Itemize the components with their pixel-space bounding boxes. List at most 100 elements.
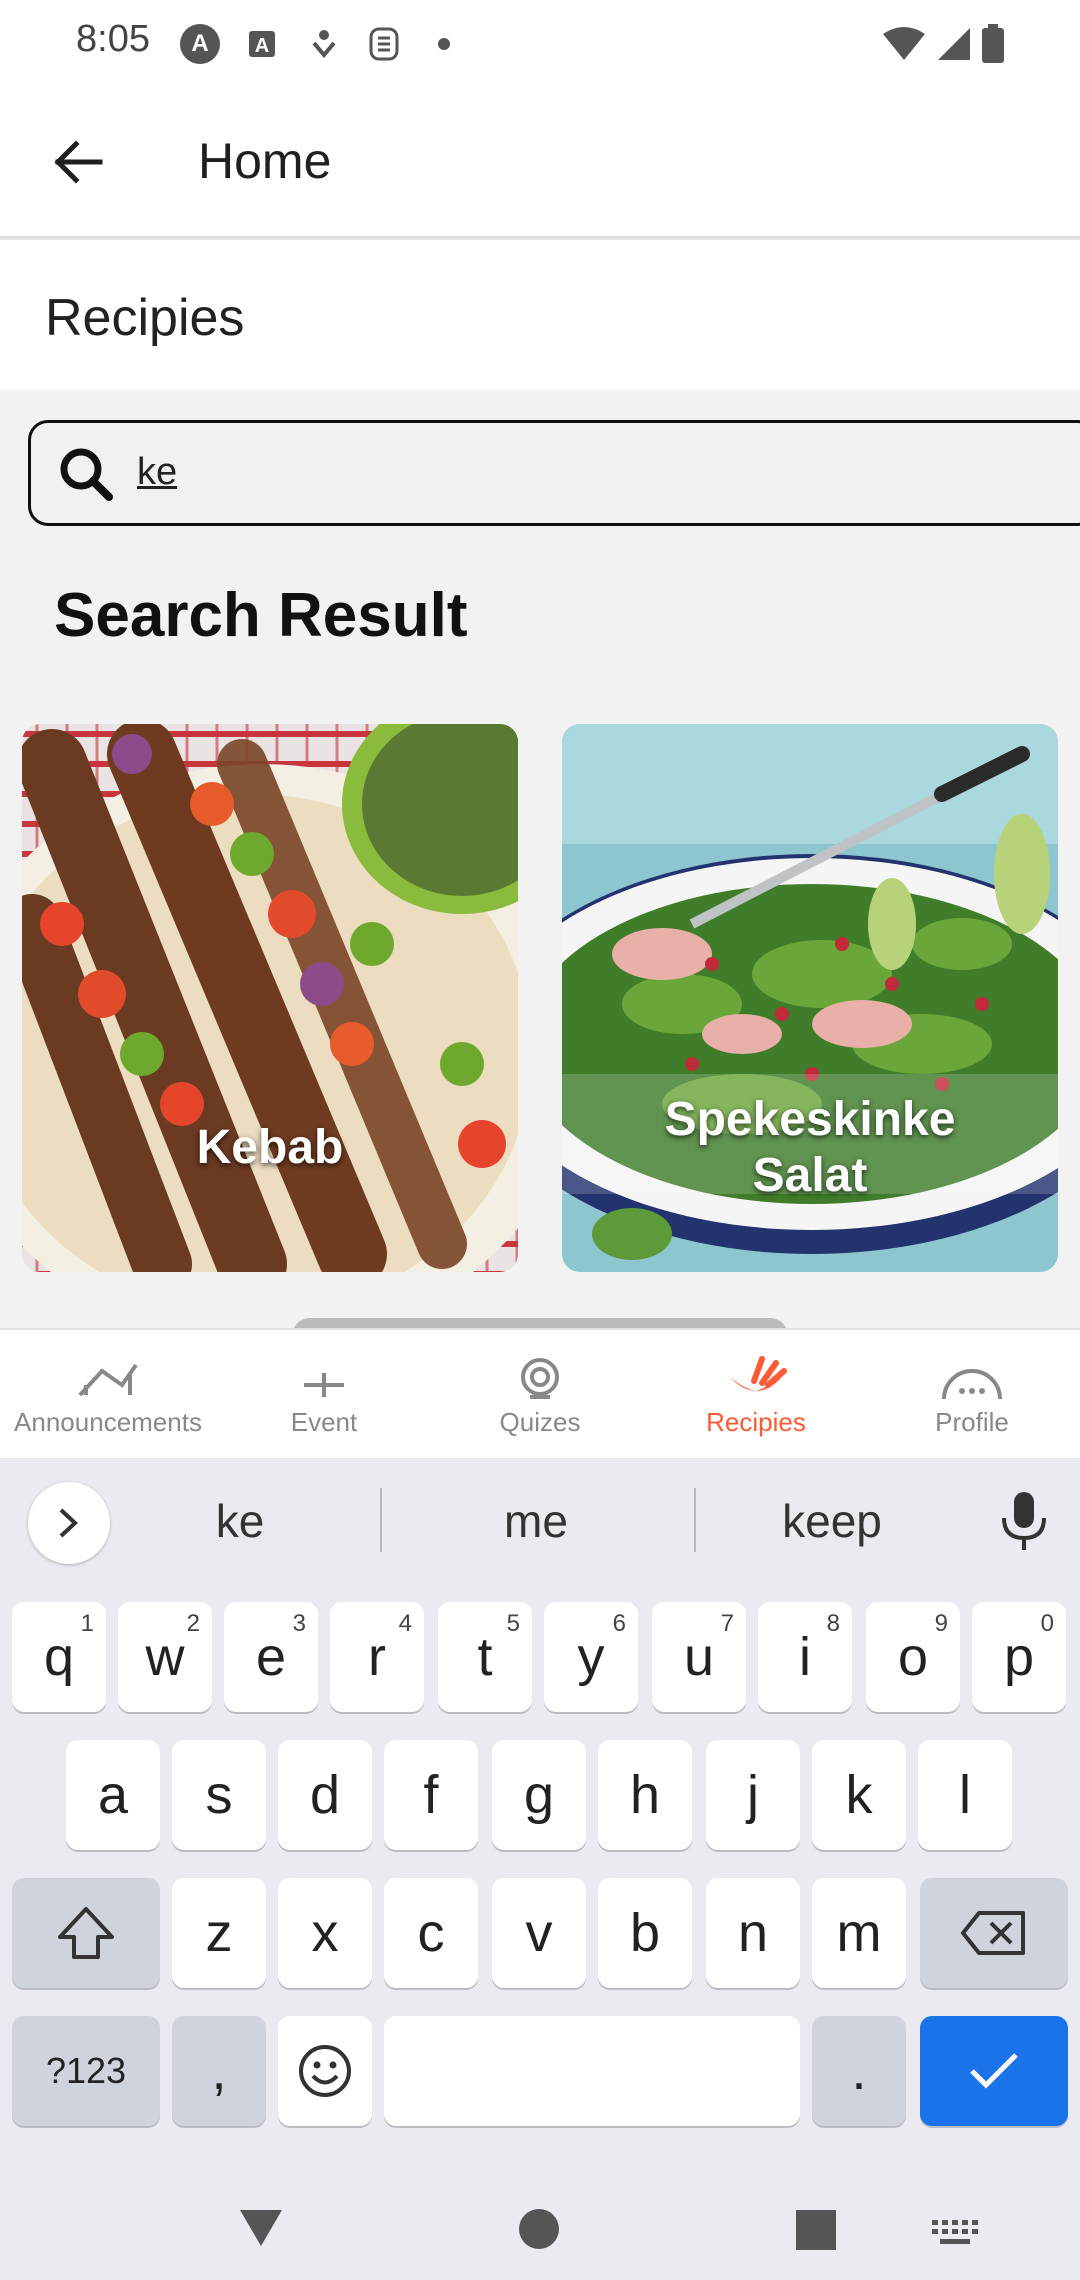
nav-event[interactable]: Event: [216, 1330, 432, 1460]
key-i[interactable]: i8: [758, 1602, 852, 1712]
key-letter: h: [629, 1765, 661, 1825]
key-m[interactable]: m: [812, 1878, 906, 1988]
key-b[interactable]: b: [598, 1878, 692, 1988]
back-triangle-icon[interactable]: [236, 2206, 286, 2250]
key-y[interactable]: y6: [544, 1602, 638, 1712]
key-letter: o: [897, 1627, 929, 1687]
battery-icon: [978, 24, 1008, 64]
section-header: Recipies: [0, 240, 1080, 390]
key-d[interactable]: d: [278, 1740, 372, 1850]
profile-icon: [942, 1369, 1002, 1400]
recipe-card-label-line2: Salat: [752, 1149, 868, 1202]
suggestion-divider: [380, 1488, 382, 1552]
key-r[interactable]: r4: [330, 1602, 424, 1712]
key-letter: q: [43, 1627, 75, 1687]
recipe-card-spekeskinke-salat[interactable]: Spekeskinke Salat: [562, 724, 1058, 1272]
key-z[interactable]: z: [172, 1878, 266, 1988]
key-k[interactable]: k: [812, 1740, 906, 1850]
key-j[interactable]: j: [706, 1740, 800, 1850]
search-input-value: ke: [137, 451, 178, 493]
key-hint: 5: [506, 1610, 520, 1637]
key-hint: 9: [934, 1610, 948, 1637]
key-g[interactable]: g: [492, 1740, 586, 1850]
key-p[interactable]: p0: [972, 1602, 1066, 1712]
recipe-card-label-line1: Spekeskinke: [664, 1093, 956, 1146]
symbols-key[interactable]: ?123: [12, 2016, 160, 2126]
nav-profile[interactable]: Profile: [864, 1330, 1080, 1460]
microphone-icon: [1002, 1492, 1046, 1550]
wifi-icon: [880, 24, 928, 64]
nav-announcements[interactable]: Announcements: [0, 1330, 216, 1460]
period-key[interactable]: .: [812, 2016, 906, 2126]
nav-label: Profile: [935, 1407, 1009, 1437]
key-letter: f: [423, 1765, 439, 1825]
page-title: Home: [198, 133, 332, 189]
house-icon: [78, 1363, 138, 1397]
recents-square-icon[interactable]: [796, 2210, 836, 2250]
key-hint: 1: [80, 1610, 94, 1637]
expand-suggestions-button[interactable]: [28, 1482, 110, 1564]
key-label: .: [851, 2041, 867, 2101]
checkmark-icon: [970, 2053, 1018, 2089]
key-v[interactable]: v: [492, 1878, 586, 1988]
a-circle-icon: A: [180, 24, 220, 64]
suggestion-2[interactable]: me: [436, 1494, 636, 1548]
event-icon: [304, 1373, 344, 1397]
comma-key[interactable]: ,: [172, 2016, 266, 2126]
microphone-button[interactable]: [996, 1490, 1052, 1552]
key-letter: w: [145, 1627, 185, 1687]
key-label: ,: [211, 2041, 227, 2101]
key-hint: 2: [186, 1610, 200, 1637]
keyboard-switch-icon[interactable]: [930, 2218, 980, 2248]
key-letter: z: [205, 1903, 233, 1963]
key-u[interactable]: u7: [652, 1602, 746, 1712]
signal-icon: [932, 24, 976, 64]
key-l[interactable]: l: [918, 1740, 1012, 1850]
back-button[interactable]: [40, 124, 116, 200]
key-hint: 3: [292, 1610, 306, 1637]
key-x[interactable]: x: [278, 1878, 372, 1988]
key-hint: 8: [826, 1610, 840, 1637]
key-a[interactable]: a: [66, 1740, 160, 1850]
key-letter: m: [836, 1903, 882, 1963]
key-letter: i: [799, 1627, 811, 1687]
key-h[interactable]: h: [598, 1740, 692, 1850]
app-bar: Home: [0, 88, 1080, 238]
key-letter: y: [577, 1627, 605, 1687]
key-w[interactable]: w2: [118, 1602, 212, 1712]
key-letter: a: [97, 1765, 129, 1825]
kebab-skewers-photo: [22, 724, 518, 1272]
nav-recipies[interactable]: Recipies: [648, 1330, 864, 1460]
search-result-title: Search Result: [54, 581, 468, 650]
key-letter: p: [1003, 1627, 1035, 1687]
key-letter: e: [255, 1627, 287, 1687]
status-bar: 8:05 A A: [0, 0, 1080, 88]
a-box-icon: A: [242, 24, 282, 64]
key-o[interactable]: o9: [866, 1602, 960, 1712]
nav-label: Recipies: [706, 1407, 806, 1437]
done-key[interactable]: [920, 2016, 1068, 2126]
chevron-right-icon: [59, 1508, 78, 1538]
notification-s-icon: [364, 24, 404, 64]
space-key[interactable]: [384, 2016, 800, 2126]
nav-label: Announcements: [14, 1407, 202, 1437]
shift-key[interactable]: [12, 1878, 160, 1988]
suggestion-1[interactable]: ke: [160, 1494, 320, 1548]
key-q[interactable]: q1: [12, 1602, 106, 1712]
recipe-card-kebab[interactable]: Kebab: [22, 724, 518, 1272]
key-f[interactable]: f: [384, 1740, 478, 1850]
nav-quizes[interactable]: Quizes: [432, 1330, 648, 1460]
key-hint: 7: [720, 1610, 734, 1637]
suggestion-3[interactable]: keep: [732, 1494, 932, 1548]
key-e[interactable]: e3: [224, 1602, 318, 1712]
search-input[interactable]: ke: [28, 420, 1080, 526]
home-circle-icon[interactable]: [518, 2208, 560, 2250]
key-n[interactable]: n: [706, 1878, 800, 1988]
dot-icon: [424, 24, 464, 64]
recipe-card-label: Spekeskinke Salat: [562, 1092, 1058, 1204]
emoji-key[interactable]: [278, 2016, 372, 2126]
key-c[interactable]: c: [384, 1878, 478, 1988]
key-s[interactable]: s: [172, 1740, 266, 1850]
backspace-key[interactable]: [920, 1878, 1068, 1988]
key-t[interactable]: t5: [438, 1602, 532, 1712]
